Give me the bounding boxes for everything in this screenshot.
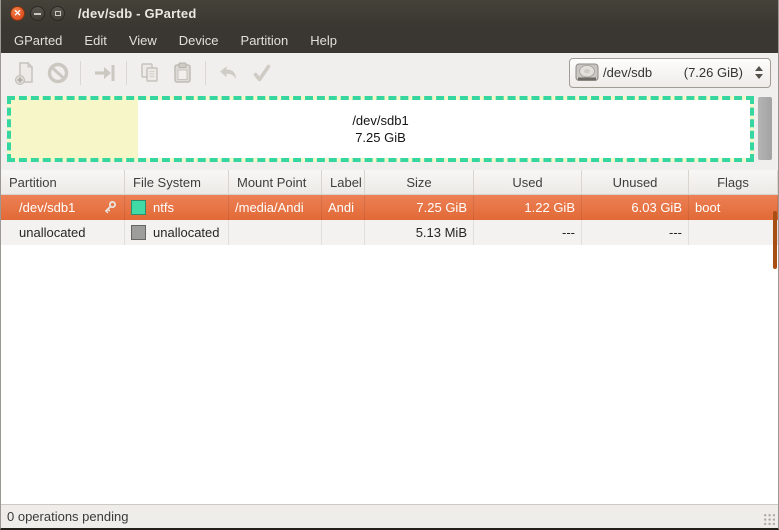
cell-size: 5.13 MiB: [365, 220, 474, 245]
undo-icon: [216, 60, 242, 86]
menu-view[interactable]: View: [118, 29, 168, 52]
apply-button[interactable]: [245, 56, 278, 89]
ntfs-color-swatch: [131, 200, 146, 215]
partition-visual-size: 7.25 GiB: [355, 129, 406, 146]
partition-visual-name: /dev/sdb1: [352, 112, 408, 129]
device-selector-size: (7.26 GiB): [684, 65, 743, 80]
header-mountpoint[interactable]: Mount Point: [229, 170, 322, 194]
new-partition-button[interactable]: [8, 56, 41, 89]
partition-visual-sdb1[interactable]: /dev/sdb1 7.25 GiB: [7, 96, 754, 162]
delete-partition-button[interactable]: [41, 56, 74, 89]
visual-scrollbar-trough[interactable]: [758, 97, 772, 160]
maximize-icon: [55, 11, 61, 16]
new-partition-icon: [12, 60, 38, 86]
header-unused[interactable]: Unused: [582, 170, 689, 194]
menubar: GParted Edit View Device Partition Help: [1, 27, 778, 53]
cell-size: 7.25 GiB: [365, 195, 474, 220]
window-controls: ✕: [10, 6, 65, 21]
window-title: /dev/sdb - GParted: [78, 6, 196, 21]
menu-edit[interactable]: Edit: [73, 29, 117, 52]
operations-pending-text: 0 operations pending: [7, 509, 128, 524]
resize-grip[interactable]: [762, 512, 775, 525]
cell-partition: /dev/sdb1: [1, 195, 125, 220]
maximize-button[interactable]: [50, 6, 65, 21]
partition-table: Partition File System Mount Point Label …: [1, 170, 778, 504]
cell-filesystem: unallocated: [125, 220, 229, 245]
header-size[interactable]: Size: [365, 170, 474, 194]
device-selector[interactable]: /dev/sdb (7.26 GiB): [569, 58, 771, 88]
menu-device[interactable]: Device: [168, 29, 230, 52]
cell-filesystem: ntfs: [125, 195, 229, 220]
undo-button[interactable]: [212, 56, 245, 89]
header-label[interactable]: Label: [322, 170, 365, 194]
header-partition[interactable]: Partition: [1, 170, 125, 194]
toolbar-separator: [126, 61, 127, 85]
cell-used: 1.22 GiB: [474, 195, 582, 220]
resize-move-button[interactable]: [87, 56, 120, 89]
disk-visual-area: /dev/sdb1 7.25 GiB: [1, 92, 778, 170]
toolbar-separator: [205, 61, 206, 85]
statusbar: 0 operations pending: [1, 504, 778, 528]
cell-unused: 6.03 GiB: [582, 195, 689, 220]
device-selector-spinner[interactable]: [755, 66, 763, 79]
cell-label: Andi: [322, 195, 365, 220]
spin-down-icon: [755, 74, 763, 79]
unallocated-color-swatch: [131, 225, 146, 240]
toolbar-separator: [80, 61, 81, 85]
header-filesystem[interactable]: File System: [125, 170, 229, 194]
table-row-sdb1[interactable]: /dev/sdb1 ntfs /media/Andi Andi 7.25 GiB…: [1, 195, 778, 220]
table-row-unallocated[interactable]: unallocated unallocated 5.13 MiB --- ---: [1, 220, 778, 245]
copy-icon: [137, 60, 163, 86]
filesystem-name: unallocated: [153, 225, 220, 240]
cell-flags: [689, 220, 778, 245]
table-header-row: Partition File System Mount Point Label …: [1, 170, 778, 195]
delete-icon: [45, 60, 71, 86]
cell-partition: unallocated: [1, 220, 125, 245]
cell-flags: boot: [689, 195, 778, 220]
toolbar: /dev/sdb (7.26 GiB): [1, 53, 778, 92]
menu-partition[interactable]: Partition: [230, 29, 300, 52]
cell-mountpoint: /media/Andi: [229, 195, 322, 220]
resize-move-icon: [91, 60, 117, 86]
close-button[interactable]: ✕: [10, 6, 25, 21]
minimize-icon: [34, 13, 41, 15]
cell-label: [322, 220, 365, 245]
minimize-button[interactable]: [30, 6, 45, 21]
cell-used: ---: [474, 220, 582, 245]
partition-visual-label: /dev/sdb1 7.25 GiB: [11, 100, 750, 158]
partition-name: unallocated: [19, 225, 86, 240]
table-empty-area: [1, 245, 778, 504]
gparted-window: ✕ /dev/sdb - GParted GParted Edit View D…: [0, 0, 779, 530]
apply-checkmark-icon: [249, 60, 275, 86]
cell-mountpoint: [229, 220, 322, 245]
overlay-scrollbar-thumb[interactable]: [773, 211, 777, 269]
copy-button[interactable]: [133, 56, 166, 89]
header-used[interactable]: Used: [474, 170, 582, 194]
spin-up-icon: [755, 66, 763, 71]
paste-icon: [170, 60, 196, 86]
hard-drive-icon: [575, 63, 599, 83]
paste-button[interactable]: [166, 56, 199, 89]
mounted-key-icon: [101, 199, 118, 216]
cell-unused: ---: [582, 220, 689, 245]
menu-help[interactable]: Help: [299, 29, 348, 52]
device-selector-value: /dev/sdb: [603, 65, 652, 80]
header-flags[interactable]: Flags: [689, 170, 778, 194]
menu-gparted[interactable]: GParted: [3, 29, 73, 52]
partition-name: /dev/sdb1: [19, 200, 75, 215]
filesystem-name: ntfs: [153, 200, 174, 215]
titlebar: ✕ /dev/sdb - GParted: [1, 0, 778, 27]
